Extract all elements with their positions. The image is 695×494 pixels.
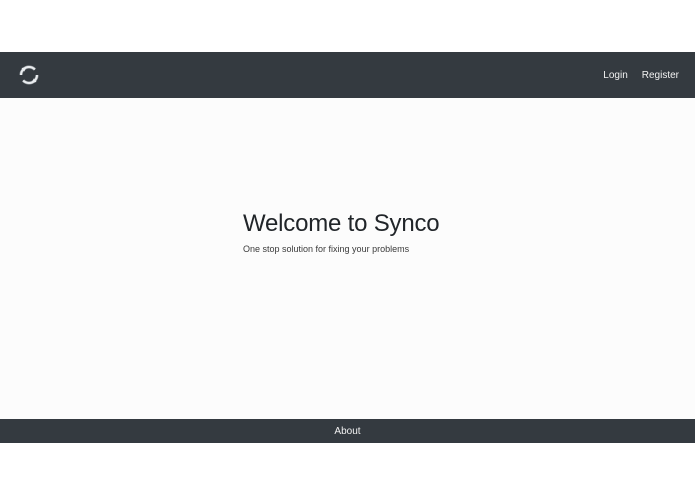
about-link[interactable]: About — [334, 426, 360, 437]
hero-title: Welcome to Synco — [243, 210, 440, 237]
sync-arrows-icon — [19, 65, 39, 85]
login-link[interactable]: Login — [603, 70, 627, 81]
nav-links: Login Register — [603, 70, 679, 81]
top-navbar: Login Register — [0, 52, 695, 98]
page: Login Register Welcome to Synco One stop… — [0, 0, 695, 494]
hero-section: Welcome to Synco One stop solution for f… — [243, 210, 440, 255]
hero-subtitle: One stop solution for fixing your proble… — [243, 244, 410, 254]
register-link[interactable]: Register — [642, 70, 679, 81]
brand-logo[interactable] — [17, 63, 41, 87]
main-content: Welcome to Synco One stop solution for f… — [0, 98, 695, 419]
footer-bar: About — [0, 419, 695, 443]
